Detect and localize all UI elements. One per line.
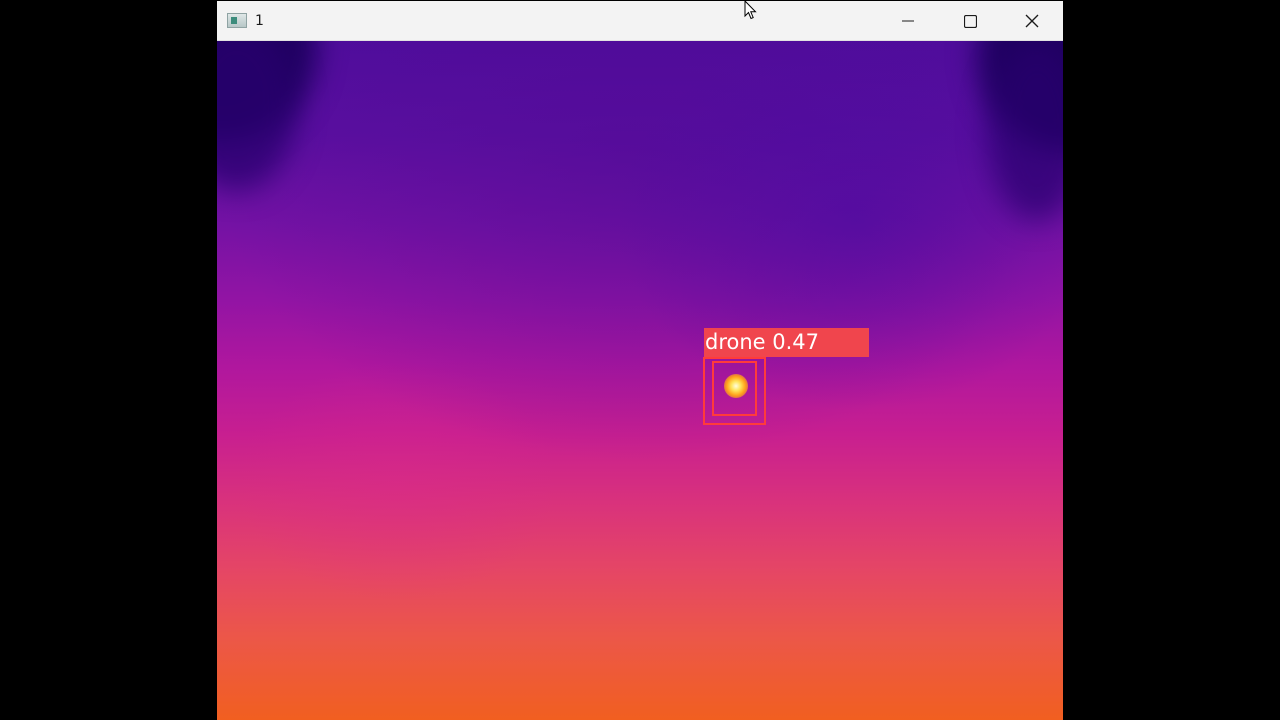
close-button[interactable]	[1001, 1, 1063, 41]
vignette-top-left-inner	[217, 41, 297, 191]
mouse-cursor-icon	[744, 0, 758, 24]
drone-heat-signature	[724, 374, 748, 398]
minimize-icon	[902, 15, 914, 27]
maximize-icon	[963, 14, 977, 28]
title-bar[interactable]: 1	[217, 1, 1063, 41]
close-icon	[1025, 14, 1039, 28]
thermal-image: drone 0.47	[217, 41, 1063, 720]
window-title: 1	[255, 13, 264, 29]
minimize-button[interactable]	[877, 1, 939, 41]
maximize-button[interactable]	[939, 1, 1001, 41]
opencv-window-icon	[227, 13, 247, 28]
detection-label: drone 0.47	[704, 328, 869, 357]
image-window: 1 drone 0.47	[217, 1, 1063, 720]
